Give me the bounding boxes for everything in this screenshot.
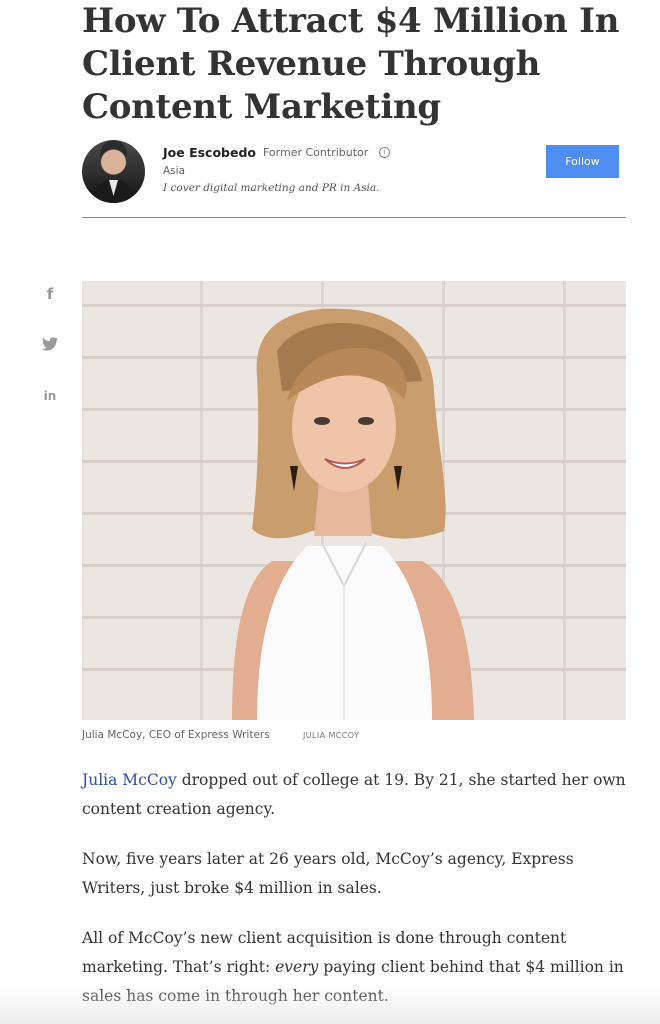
twitter-share-icon[interactable] <box>38 332 62 356</box>
author-avatar[interactable] <box>82 140 145 203</box>
bottom-fade <box>0 985 660 1024</box>
paragraph-2: Now, five years later at 26 years old, M… <box>82 850 574 897</box>
info-icon[interactable]: i <box>379 147 390 158</box>
julia-mccoy-link[interactable]: Julia McCoy <box>82 771 177 789</box>
hero-image <box>82 281 626 720</box>
image-credit: JULIA MCCOY <box>303 731 360 740</box>
paragraph-1: Julia McCoy dropped out of college at 19… <box>82 766 630 824</box>
facebook-share-icon[interactable]: f <box>38 282 62 306</box>
author-role: Former Contributor <box>263 146 369 159</box>
author-name[interactable]: Joe Escobedo <box>163 145 256 160</box>
linkedin-share-icon[interactable]: in <box>38 384 62 408</box>
article-headline: How To Attract $4 Million In Client Reve… <box>82 1 620 127</box>
hero-portrait-illustration <box>232 308 474 720</box>
byline-divider <box>82 217 626 218</box>
paragraph-3-emphasis: every <box>275 958 319 976</box>
image-caption: Julia McCoy, CEO of Express Writers <box>82 729 270 741</box>
author-location: Asia <box>163 165 186 177</box>
author-byline: Joe Escobedo Former Contributor i Asia I… <box>82 140 626 206</box>
author-bio: I cover digital marketing and PR in Asia… <box>163 182 380 194</box>
follow-button[interactable]: Follow <box>546 145 619 178</box>
